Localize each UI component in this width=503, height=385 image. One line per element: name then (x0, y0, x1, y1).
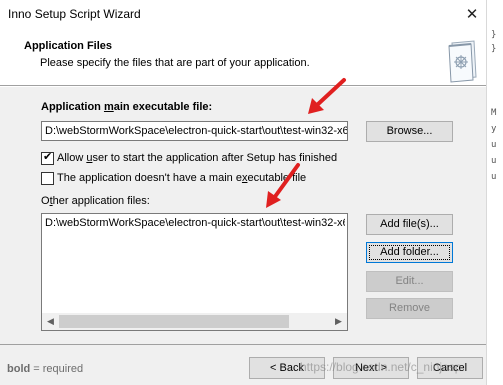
add-files-button[interactable]: Add file(s)... (366, 214, 453, 235)
bg-code-char: u (491, 156, 497, 166)
remove-button[interactable]: Remove (366, 298, 453, 319)
horizontal-scrollbar[interactable]: ◀ ▶ (42, 313, 347, 330)
other-files-pre: O (41, 195, 50, 207)
other-files-list[interactable]: D:\webStormWorkSpace\electron-quick-star… (41, 213, 348, 331)
hint-bold: bold (7, 363, 31, 375)
main-exe-label-accel: m (103, 101, 114, 113)
browse-button[interactable]: Browse... (366, 121, 453, 142)
main-exe-label: Application main executable file: (41, 101, 212, 113)
allow-start-post: ser to start the application after Setup… (92, 152, 338, 164)
background-editor-strip: } } M y u u u (487, 0, 503, 385)
page-title: Application Files (24, 40, 113, 52)
no-exe-pre: The application doesn't have a main e (57, 172, 242, 184)
required-hint: bold = required (7, 363, 83, 375)
hint-rest: = required (30, 363, 84, 375)
no-exe-label[interactable]: The application doesn't have a main exec… (57, 172, 306, 184)
bg-code-char: u (491, 140, 497, 150)
page-header: Application Files Please specify the fil… (0, 28, 486, 85)
close-icon[interactable]: ✕ (458, 0, 486, 28)
list-item[interactable]: D:\webStormWorkSpace\electron-quick-star… (45, 217, 345, 229)
edit-button[interactable]: Edit... (366, 271, 453, 292)
wizard-page-icon (448, 40, 477, 83)
checkmark-icon: ✔ (43, 151, 53, 163)
bg-code-char: } (491, 30, 497, 40)
bg-code-char: u (491, 172, 497, 182)
scroll-right-icon[interactable]: ▶ (331, 315, 346, 328)
no-exe-post: ecutable file (247, 172, 307, 184)
main-exe-label-pre: Application (41, 101, 104, 113)
page-subtitle: Please specify the files that are part o… (40, 57, 310, 69)
wizard-window: Inno Setup Script Wizard ✕ Application F… (0, 0, 487, 385)
bg-code-char: M (491, 108, 497, 118)
main-exe-label-post: ain executable file: (113, 101, 213, 113)
watermark: https://blog.csdn.net/c_ninjasp (300, 360, 462, 374)
allow-start-pre: Allow (57, 152, 87, 164)
no-exe-checkbox[interactable] (41, 172, 54, 185)
main-exe-input[interactable]: D:\webStormWorkSpace\electron-quick-star… (41, 121, 348, 141)
other-files-post: her application files: (52, 195, 150, 207)
other-files-label: Other application files: (41, 195, 150, 207)
bg-code-char: } (491, 44, 497, 54)
window-title: Inno Setup Script Wizard (8, 7, 141, 21)
allow-start-checkbox[interactable]: ✔ (41, 151, 54, 165)
scroll-left-icon[interactable]: ◀ (43, 315, 58, 328)
title-bar: Inno Setup Script Wizard ✕ (0, 0, 486, 28)
add-folder-button[interactable]: Add folder... (366, 242, 453, 263)
scrollbar-thumb[interactable] (59, 315, 289, 328)
bg-code-char: y (491, 124, 497, 134)
allow-start-label[interactable]: Allow user to start the application afte… (57, 152, 337, 164)
